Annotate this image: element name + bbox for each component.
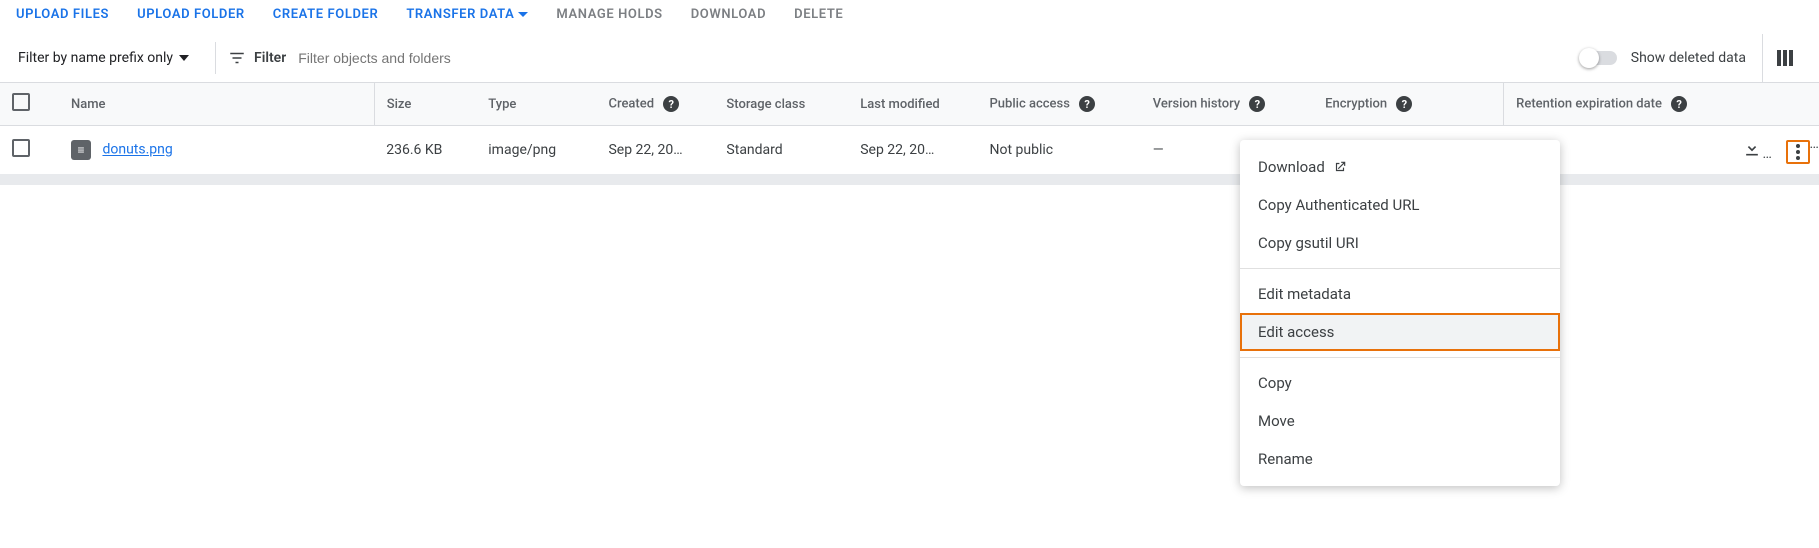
cell-created: Sep 22, 20… <box>596 126 714 175</box>
show-deleted-toggle[interactable] <box>1581 51 1617 65</box>
help-icon[interactable]: ? <box>663 96 679 112</box>
menu-move[interactable]: Move <box>1240 402 1560 440</box>
select-all-checkbox[interactable] <box>12 93 30 111</box>
filter-label: Filter <box>254 50 286 66</box>
filter-mode-dropdown[interactable]: Filter by name prefix only <box>8 50 199 66</box>
col-version-history[interactable]: Version history ? <box>1141 83 1313 126</box>
table-header-row: Name Size Type Created ? Storage class L… <box>0 83 1819 126</box>
menu-copy-gsutil[interactable]: Copy gsutil URI <box>1240 224 1560 262</box>
col-size[interactable]: Size <box>374 83 476 126</box>
help-icon[interactable]: ? <box>1249 96 1265 112</box>
help-icon[interactable]: ? <box>1079 96 1095 112</box>
cell-last-modified: Sep 22, 20… <box>848 126 977 175</box>
cell-size: 236.6 KB <box>374 126 476 175</box>
transfer-data-label: TRANSFER DATA <box>406 7 514 22</box>
cell-type: image/png <box>476 126 596 175</box>
manage-holds-button[interactable]: MANAGE HOLDS <box>556 7 662 22</box>
col-retention[interactable]: Retention expiration date ? <box>1504 83 1731 126</box>
menu-copy[interactable]: Copy <box>1240 364 1560 402</box>
divider <box>215 42 216 74</box>
file-icon <box>71 140 91 160</box>
download-icon[interactable] <box>1742 138 1762 158</box>
upload-files-button[interactable]: UPLOAD FILES <box>16 7 109 22</box>
filter-button[interactable]: Filter <box>228 49 286 67</box>
col-retention-label: Retention expiration date <box>1516 97 1662 112</box>
delete-button[interactable]: DELETE <box>794 7 843 22</box>
menu-separator <box>1240 268 1560 269</box>
filter-bar: Filter by name prefix only Filter Show d… <box>0 34 1819 82</box>
column-display-button[interactable] <box>1762 34 1807 82</box>
help-icon[interactable]: ? <box>1671 96 1687 112</box>
row-checkbox[interactable] <box>12 139 30 157</box>
help-icon[interactable]: ? <box>1396 96 1412 112</box>
action-bar: UPLOAD FILES UPLOAD FOLDER CREATE FOLDER… <box>0 0 1819 28</box>
col-type[interactable]: Type <box>476 83 596 126</box>
upload-folder-button[interactable]: UPLOAD FOLDER <box>137 7 245 22</box>
row-context-menu: Download Copy Authenticated URL Copy gsu… <box>1240 140 1560 486</box>
create-folder-button[interactable]: CREATE FOLDER <box>273 7 379 22</box>
menu-edit-metadata[interactable]: Edit metadata <box>1240 275 1560 313</box>
col-created[interactable]: Created ? <box>596 83 714 126</box>
download-button[interactable]: DOWNLOAD <box>691 7 766 22</box>
menu-separator <box>1240 357 1560 358</box>
menu-edit-access[interactable]: Edit access <box>1240 313 1560 351</box>
open-external-icon <box>1333 160 1347 174</box>
cell-storage-class: Standard <box>714 126 848 175</box>
transfer-data-button[interactable]: TRANSFER DATA <box>406 7 528 22</box>
menu-copy-auth-url[interactable]: Copy Authenticated URL <box>1240 186 1560 224</box>
object-name-link[interactable]: donuts.png <box>102 142 172 158</box>
col-public-access[interactable]: Public access ? <box>978 83 1141 126</box>
show-deleted-label: Show deleted data <box>1631 50 1746 66</box>
filter-icon <box>228 49 246 67</box>
filter-mode-label: Filter by name prefix only <box>18 50 173 66</box>
col-created-label: Created <box>608 97 654 112</box>
chevron-down-icon <box>518 12 528 17</box>
col-name[interactable]: Name <box>59 83 374 126</box>
col-encryption-label: Encryption <box>1325 97 1387 112</box>
col-version-history-label: Version history <box>1153 97 1240 112</box>
filter-input[interactable] <box>286 50 1581 66</box>
col-last-modified[interactable]: Last modified <box>848 83 977 126</box>
col-storage-class[interactable]: Storage class <box>714 83 848 126</box>
col-encryption[interactable]: Encryption ? <box>1313 83 1504 126</box>
chevron-down-icon <box>179 55 189 61</box>
row-more-button[interactable] <box>1786 140 1810 164</box>
menu-download-label: Download <box>1258 158 1325 176</box>
cell-public-access: Not public <box>978 126 1141 175</box>
menu-rename[interactable]: Rename <box>1240 440 1560 478</box>
menu-download[interactable]: Download <box>1240 148 1560 186</box>
columns-icon <box>1777 50 1793 66</box>
col-public-access-label: Public access <box>990 97 1070 112</box>
